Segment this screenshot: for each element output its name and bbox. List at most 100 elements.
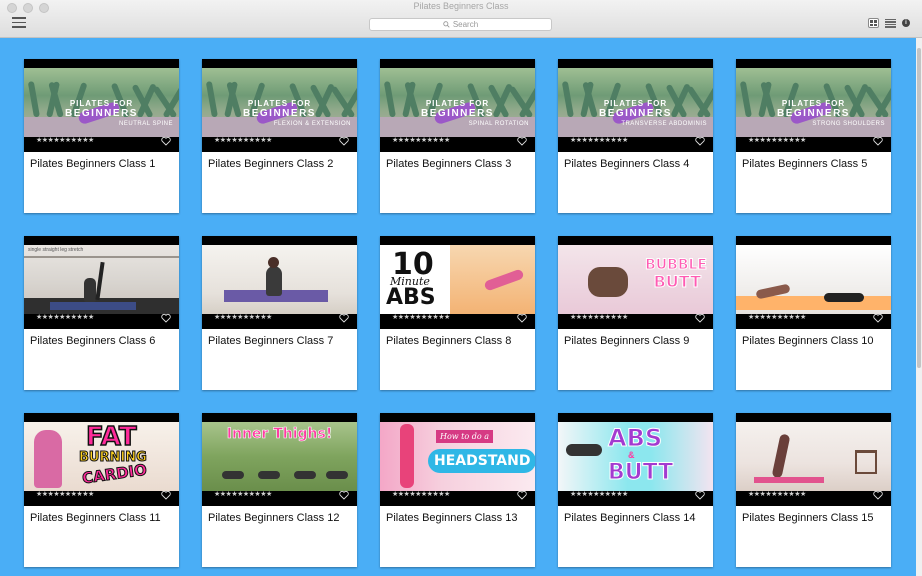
- video-thumbnail[interactable]: ABS & BUTT ★★★★★★★★★★: [558, 413, 713, 506]
- video-title: Pilates Beginners Class 3: [386, 158, 512, 170]
- video-title: Pilates Beginners Class 12: [208, 512, 340, 524]
- thumb-caption-line-3: TRANSVERSE ABDOMINIS: [621, 121, 707, 127]
- thumb-caption: Inner Thighs!: [226, 426, 333, 443]
- heart-icon[interactable]: [161, 310, 171, 323]
- rating-stars[interactable]: ★★★★★★★★★★: [214, 491, 272, 498]
- rating-stars[interactable]: ★★★★★★★★★★: [214, 314, 272, 321]
- heart-icon[interactable]: [695, 133, 705, 146]
- window-title: Pilates Beginners Class: [413, 1, 509, 11]
- rating-stars[interactable]: ★★★★★★★★★★: [748, 314, 806, 321]
- scrollbar-thumb[interactable]: [917, 48, 921, 368]
- list-view-icon[interactable]: [885, 18, 896, 28]
- heart-icon[interactable]: [873, 133, 883, 146]
- rating-stars[interactable]: ★★★★★★★★★★: [748, 491, 806, 498]
- heart-icon[interactable]: [161, 487, 171, 500]
- info-icon[interactable]: i: [902, 19, 910, 27]
- thumb-caption-line-2: HEADSTAND: [428, 449, 535, 473]
- video-card[interactable]: single straight leg stretch ★★★★★★★★★★ P…: [24, 236, 179, 390]
- thumb-caption-line-3: SPINAL ROTATION: [468, 121, 529, 127]
- video-card[interactable]: ABS & BUTT ★★★★★★★★★★ Pilates Beginners …: [558, 413, 713, 567]
- video-thumbnail[interactable]: PILATES FOR BEGINNERS STRONG SHOULDERS ★…: [736, 59, 891, 152]
- video-card[interactable]: Inner Thighs! ★★★★★★★★★★ Pilates Beginne…: [202, 413, 357, 567]
- thumb-caption-line-2: BEGINNERS: [777, 108, 850, 119]
- rating-stars[interactable]: ★★★★★★★★★★: [748, 137, 806, 144]
- thumb-caption-line-3: STRONG SHOULDERS: [812, 121, 885, 127]
- video-thumbnail[interactable]: FAT BURNING CARDIO ★★★★★★★★★★: [24, 413, 179, 506]
- video-thumbnail[interactable]: ★★★★★★★★★★: [736, 413, 891, 506]
- video-thumbnail[interactable]: 10 Minute ABS ★★★★★★★★★★: [380, 236, 535, 329]
- rating-stars[interactable]: ★★★★★★★★★★: [36, 491, 94, 498]
- heart-icon[interactable]: [161, 133, 171, 146]
- video-title: Pilates Beginners Class 4: [564, 158, 690, 170]
- thumb-caption-line-1: PILATES FOR: [69, 99, 134, 108]
- video-title: Pilates Beginners Class 5: [742, 158, 868, 170]
- video-thumbnail[interactable]: PILATES FOR BEGINNERS TRANSVERSE ABDOMIN…: [558, 59, 713, 152]
- hamburger-icon[interactable]: [12, 17, 26, 28]
- video-card[interactable]: 10 Minute ABS ★★★★★★★★★★ Pilates Beginne…: [380, 236, 535, 390]
- heart-icon[interactable]: [873, 487, 883, 500]
- search-field[interactable]: Search: [369, 18, 552, 31]
- video-thumbnail[interactable]: BUBBLE BUTT ★★★★★★★★★★: [558, 236, 713, 329]
- thumb-caption-line-2: BEGINNERS: [421, 108, 494, 119]
- video-title: Pilates Beginners Class 14: [564, 512, 696, 524]
- video-card[interactable]: PILATES FOR BEGINNERS STRONG SHOULDERS ★…: [736, 59, 891, 213]
- heart-icon[interactable]: [517, 487, 527, 500]
- video-card[interactable]: PILATES FOR BEGINNERS SPINAL ROTATION ★★…: [380, 59, 535, 213]
- rating-stars[interactable]: ★★★★★★★★★★: [214, 137, 272, 144]
- video-card[interactable]: ★★★★★★★★★★ Pilates Beginners Class 7: [202, 236, 357, 390]
- rating-stars[interactable]: ★★★★★★★★★★: [36, 137, 94, 144]
- rating-stars[interactable]: ★★★★★★★★★★: [36, 314, 94, 321]
- video-card[interactable]: ★★★★★★★★★★ Pilates Beginners Class 10: [736, 236, 891, 390]
- video-thumbnail[interactable]: PILATES FOR BEGINNERS NEUTRAL SPINE ★★★★…: [24, 59, 179, 152]
- video-card[interactable]: BUBBLE BUTT ★★★★★★★★★★ Pilates Beginners…: [558, 236, 713, 390]
- grid-view-icon[interactable]: [868, 18, 879, 28]
- heart-icon[interactable]: [339, 487, 349, 500]
- heart-icon[interactable]: [517, 310, 527, 323]
- video-thumbnail[interactable]: single straight leg stretch ★★★★★★★★★★: [24, 236, 179, 329]
- video-card[interactable]: ★★★★★★★★★★ Pilates Beginners Class 15: [736, 413, 891, 567]
- heart-icon[interactable]: [517, 133, 527, 146]
- video-thumbnail[interactable]: How to do a HEADSTAND ★★★★★★★★★★: [380, 413, 535, 506]
- video-thumbnail[interactable]: ★★★★★★★★★★: [736, 236, 891, 329]
- video-card[interactable]: PILATES FOR BEGINNERS NEUTRAL SPINE ★★★★…: [24, 59, 179, 213]
- search-placeholder: Search: [452, 20, 479, 29]
- video-title: Pilates Beginners Class 9: [564, 335, 690, 347]
- video-card[interactable]: FAT BURNING CARDIO ★★★★★★★★★★ Pilates Be…: [24, 413, 179, 567]
- thumb-caption-line-1: ABS: [607, 424, 663, 453]
- thumb-caption: single straight leg stretch: [28, 247, 84, 253]
- rating-stars[interactable]: ★★★★★★★★★★: [570, 491, 628, 498]
- heart-icon[interactable]: [339, 310, 349, 323]
- video-title: Pilates Beginners Class 7: [208, 335, 334, 347]
- thumb-caption-line-3: FLEXION & EXTENSION: [273, 121, 351, 127]
- rating-stars[interactable]: ★★★★★★★★★★: [392, 137, 450, 144]
- thumb-caption-line-1: FAT: [85, 422, 137, 453]
- rating-stars[interactable]: ★★★★★★★★★★: [392, 491, 450, 498]
- thumb-caption-line-1: PILATES FOR: [603, 99, 668, 108]
- scrollbar[interactable]: [916, 38, 922, 576]
- heart-icon[interactable]: [695, 487, 705, 500]
- video-title: Pilates Beginners Class 15: [742, 512, 874, 524]
- video-thumbnail[interactable]: Inner Thighs! ★★★★★★★★★★: [202, 413, 357, 506]
- heart-icon[interactable]: [695, 310, 705, 323]
- video-thumbnail[interactable]: PILATES FOR BEGINNERS SPINAL ROTATION ★★…: [380, 59, 535, 152]
- video-card[interactable]: PILATES FOR BEGINNERS TRANSVERSE ABDOMIN…: [558, 59, 713, 213]
- thumb-caption-line-3: ABS: [386, 285, 436, 310]
- thumb-caption-line-2: BEGINNERS: [65, 108, 138, 119]
- heart-icon[interactable]: [873, 310, 883, 323]
- video-title: Pilates Beginners Class 1: [30, 158, 156, 170]
- video-card[interactable]: How to do a HEADSTAND ★★★★★★★★★★ Pilates…: [380, 413, 535, 567]
- video-thumbnail[interactable]: ★★★★★★★★★★: [202, 236, 357, 329]
- video-title: Pilates Beginners Class 6: [30, 335, 156, 347]
- video-thumbnail[interactable]: PILATES FOR BEGINNERS FLEXION & EXTENSIO…: [202, 59, 357, 152]
- thumb-caption-line-1: PILATES FOR: [247, 99, 312, 108]
- rating-stars[interactable]: ★★★★★★★★★★: [392, 314, 450, 321]
- video-card[interactable]: PILATES FOR BEGINNERS FLEXION & EXTENSIO…: [202, 59, 357, 213]
- video-title: Pilates Beginners Class 10: [742, 335, 874, 347]
- rating-stars[interactable]: ★★★★★★★★★★: [570, 314, 628, 321]
- thumb-caption-line-2: BUTT: [653, 272, 701, 292]
- thumb-caption-line-1: PILATES FOR: [781, 99, 846, 108]
- rating-stars[interactable]: ★★★★★★★★★★: [570, 137, 628, 144]
- video-grid: PILATES FOR BEGINNERS NEUTRAL SPINE ★★★★…: [0, 38, 916, 576]
- thumb-caption-line-1: How to do a: [436, 430, 494, 443]
- heart-icon[interactable]: [339, 133, 349, 146]
